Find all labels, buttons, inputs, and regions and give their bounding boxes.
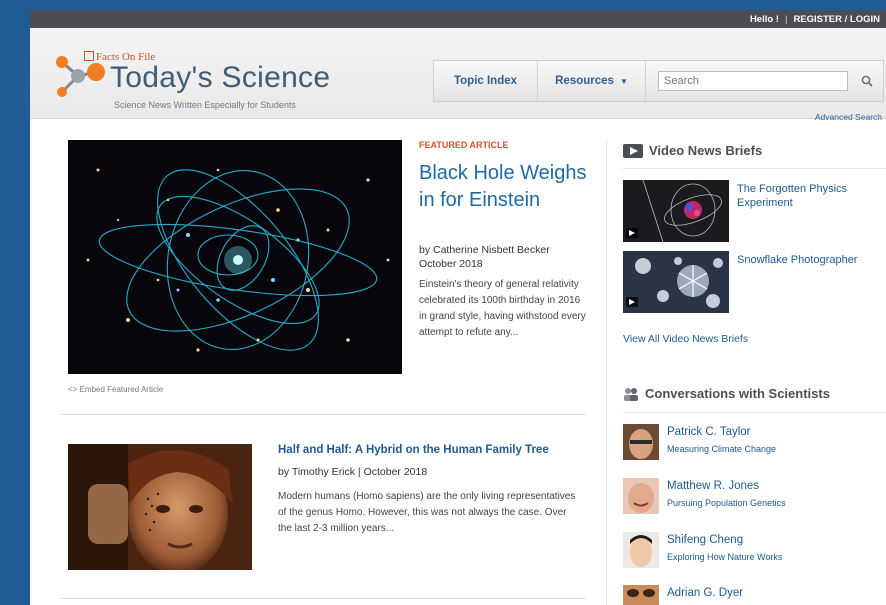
top-bar: Hello ! | REGISTER / LOGIN	[30, 10, 886, 28]
search-button[interactable]	[856, 71, 878, 91]
search-icon	[861, 75, 873, 87]
video-title[interactable]: Snowflake Photographer	[737, 253, 857, 267]
main-nav: Topic Index Resources ▼	[433, 60, 884, 102]
video-section-title: Video News Briefs	[623, 143, 762, 158]
video-thumbnail[interactable]	[623, 251, 729, 313]
scientist-name[interactable]: Matthew R. Jones	[667, 480, 759, 492]
resources-label: Resources	[555, 75, 614, 87]
topbar-separator: |	[784, 13, 788, 25]
greeting: Hello !	[749, 13, 779, 25]
section-rule	[623, 168, 886, 169]
scientist-topic[interactable]: Measuring Climate Change	[667, 444, 776, 454]
featured-article-image[interactable]	[68, 140, 402, 374]
article-byline: by Timothy Erick | October 2018	[278, 466, 428, 478]
section-rule	[623, 412, 886, 413]
topic-index-label: Topic Index	[453, 75, 518, 87]
featured-author: by Catherine Nisbett Becker	[419, 244, 550, 256]
scientist-topic[interactable]: Pursuing Population Genetics	[667, 498, 786, 508]
divider	[60, 414, 586, 415]
article-summary: Modern humans (Homo sapiens) are the onl…	[278, 491, 576, 534]
site-tagline: Science News Written Especially for Stud…	[114, 100, 296, 110]
conversations-section-title: Conversations with Scientists	[623, 386, 830, 401]
divider	[60, 598, 586, 599]
view-all-videos-link[interactable]: View All Video News Briefs	[623, 333, 748, 345]
sidebar-divider	[606, 140, 607, 605]
featured-date: October 2018	[419, 258, 483, 270]
video-thumbnail[interactable]	[623, 180, 729, 242]
topic-index-tab[interactable]: Topic Index	[434, 61, 538, 101]
scientist-name[interactable]: Adrian G. Dyer	[667, 587, 743, 599]
advanced-search-link[interactable]: Advanced Search	[815, 112, 882, 122]
scientist-avatar[interactable]	[623, 478, 659, 514]
featured-article-title[interactable]: Black Hole Weighs in for Einstein	[419, 160, 589, 214]
embed-featured-link[interactable]: <> Embed Featured Article	[68, 385, 163, 394]
search-bar	[646, 61, 883, 101]
people-icon	[624, 387, 638, 401]
search-input[interactable]	[658, 71, 848, 91]
scientist-name[interactable]: Patrick C. Taylor	[667, 426, 751, 438]
scientist-name[interactable]: Shifeng Cheng	[667, 534, 743, 546]
article-title[interactable]: Half and Half: A Hybrid on the Human Fam…	[278, 444, 549, 456]
conversations-section-label: Conversations with Scientists	[645, 386, 830, 401]
video-section-label: Video News Briefs	[649, 143, 763, 158]
resources-dropdown[interactable]: Resources ▼	[538, 61, 646, 101]
scientist-topic[interactable]: Exploring How Nature Works	[667, 552, 782, 562]
featured-article-label: FEATURED ARTICLE	[419, 140, 509, 150]
video-title[interactable]: The Forgotten Physics Experiment	[737, 182, 877, 210]
scientist-avatar[interactable]	[623, 532, 659, 568]
video-icon	[623, 143, 643, 158]
site-title[interactable]: Today's Science	[110, 61, 330, 95]
scientist-avatar[interactable]	[623, 424, 659, 460]
register-login-link[interactable]: REGISTER / LOGIN	[793, 14, 880, 25]
scientist-avatar[interactable]	[623, 585, 659, 605]
featured-article-byline: by Catherine Nisbett Becker October 2018	[419, 243, 550, 271]
header: Facts On File Today's Science Science Ne…	[30, 28, 886, 122]
caret-down-icon: ▼	[619, 76, 628, 86]
article-image[interactable]	[68, 444, 252, 570]
page: Hello ! | REGISTER / LOGIN Facts On File…	[30, 10, 886, 605]
featured-article-summary: Einstein's theory of general relativity …	[419, 279, 586, 338]
